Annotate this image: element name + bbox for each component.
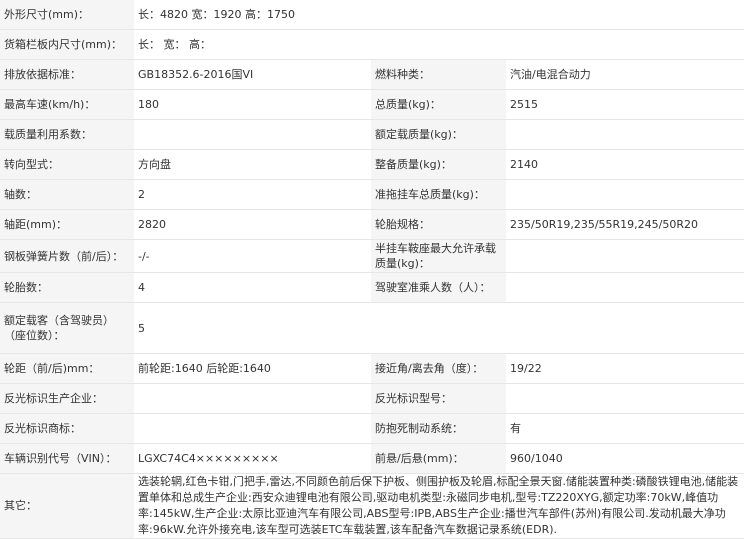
row-passengers: 额定载客（含驾驶员）（座位数）： 5 [0,302,744,354]
value-rated-load [506,119,744,150]
label-cab-seats: 驾驶室准乘人数（人）： [371,272,506,303]
value-approach-departure: 19/22 [506,353,744,384]
label-wheelbase: 轴距(mm)： [0,209,134,240]
row-emission: 排放依据标准： GB18352.6-2016国VI 燃料种类： 汽油/电混合动力 [0,59,744,90]
value-rated-passengers: 5 [134,302,744,354]
value-steering: 方向盘 [134,149,371,180]
value-leaf-springs: -/- [134,239,371,273]
label-dimensions: 外形尺寸(mm)： [0,0,134,30]
value-other: 选装轮辋,红色卡钳,门把手,雷达,不同颜色前后保下护板、侧围护板及轮眉,标配全景… [134,473,744,539]
row-vin: 车辆识别代号（VIN）： LGXC74C4××××××××× 前悬/后悬(mm)… [0,443,744,474]
value-reflector-maker [134,383,371,414]
label-reflector-maker: 反光标识生产企业： [0,383,134,414]
row-springs: 钢板弹簧片数（前/后）： -/- 半挂车鞍座最大允许承载质量(kg)： [0,239,744,273]
row-tires: 轮胎数： 4 驾驶室准乘人数（人）： [0,272,744,303]
label-cargo-box: 货箱栏板内尺寸(mm)： [0,29,134,60]
label-emission-standard: 排放依据标准： [0,59,134,90]
vehicle-spec-table: 外形尺寸(mm)： 长：4820 宽：1920 高：1750 货箱栏板内尺寸(m… [0,0,744,539]
value-curb-mass: 2140 [506,149,744,180]
value-emission-standard: GB18352.6-2016国VI [134,59,371,90]
row-load: 载质量利用系数： 额定载质量(kg)： [0,119,744,150]
label-saddle-load: 半挂车鞍座最大允许承载质量(kg)： [371,239,506,273]
row-wheelbase: 轴距(mm)： 2820 轮胎规格： 235/50R19,235/55R19,2… [0,209,744,240]
label-tire-count: 轮胎数： [0,272,134,303]
label-axle-count: 轴数： [0,179,134,210]
label-load-coefficient: 载质量利用系数： [0,119,134,150]
label-fuel-type: 燃料种类： [371,59,506,90]
row-dimensions: 外形尺寸(mm)： 长：4820 宽：1920 高：1750 [0,0,744,30]
row-brand-abs: 反光标识商标： 防抱死制动系统： 有 [0,413,744,444]
label-track: 轮距（前/后)mm： [0,353,134,384]
value-gross-mass: 2515 [506,89,744,120]
label-other: 其它： [0,473,134,539]
row-steering: 转向型式： 方向盘 整备质量(kg)： 2140 [0,149,744,180]
row-speed: 最高车速(km/h)： 180 总质量(kg)： 2515 [0,89,744,120]
value-axle-count: 2 [134,179,371,210]
label-rated-load: 额定载质量(kg)： [371,119,506,150]
label-max-speed: 最高车速(km/h)： [0,89,134,120]
value-dimensions: 长：4820 宽：1920 高：1750 [134,0,744,30]
value-saddle-load [506,239,744,273]
label-reflector-brand: 反光标识商标： [0,413,134,444]
value-trailer-mass [506,179,744,210]
value-tire-count: 4 [134,272,371,303]
row-track: 轮距（前/后)mm： 前轮距:1640 后轮距:1640 接近角/离去角（度）：… [0,353,744,384]
label-overhang: 前悬/后悬(mm)： [371,443,506,474]
value-fuel-type: 汽油/电混合动力 [506,59,744,90]
label-trailer-mass: 准拖挂车总质量(kg)： [371,179,506,210]
row-other: 其它： 选装轮辋,红色卡钳,门把手,雷达,不同颜色前后保下护板、侧围护板及轮眉,… [0,473,744,539]
label-approach-departure: 接近角/离去角（度）： [371,353,506,384]
value-cab-seats [506,272,744,303]
value-wheelbase: 2820 [134,209,371,240]
row-axles: 轴数： 2 准拖挂车总质量(kg)： [0,179,744,210]
label-curb-mass: 整备质量(kg)： [371,149,506,180]
value-vin: LGXC74C4××××××××× [134,443,371,474]
value-max-speed: 180 [134,89,371,120]
label-leaf-springs: 钢板弹簧片数（前/后）： [0,239,134,273]
label-reflector-model: 反光标识型号： [371,383,506,414]
value-tire-spec: 235/50R19,235/55R19,245/50R20 [506,209,744,240]
label-gross-mass: 总质量(kg)： [371,89,506,120]
value-reflector-brand [134,413,371,444]
label-tire-spec: 轮胎规格： [371,209,506,240]
row-cargo-box: 货箱栏板内尺寸(mm)： 长： 宽： 高： [0,29,744,60]
value-track: 前轮距:1640 后轮距:1640 [134,353,371,384]
label-vin: 车辆识别代号（VIN）： [0,443,134,474]
row-reflector: 反光标识生产企业： 反光标识型号： [0,383,744,414]
value-reflector-model [506,383,744,414]
label-rated-passengers: 额定载客（含驾驶员）（座位数）： [0,302,134,354]
value-load-coefficient [134,119,371,150]
value-overhang: 960/1040 [506,443,744,474]
label-abs: 防抱死制动系统： [371,413,506,444]
value-abs: 有 [506,413,744,444]
value-cargo-box: 长： 宽： 高： [134,29,744,60]
label-steering: 转向型式： [0,149,134,180]
